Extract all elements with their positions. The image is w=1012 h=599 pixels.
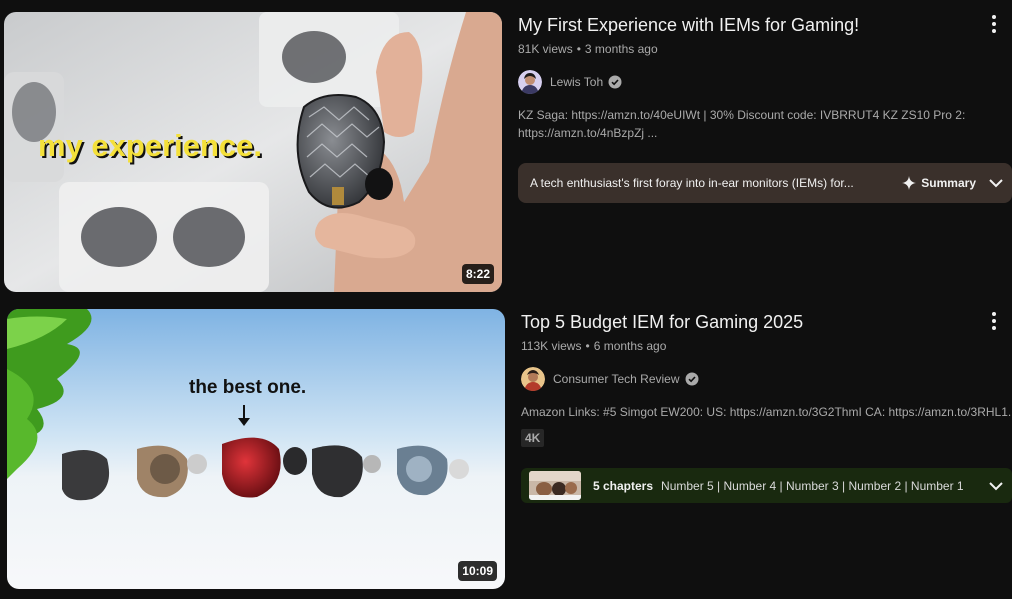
chapters-panel[interactable]: 5 chapters Number 5 | Number 4 | Number … [521,468,1012,503]
video-title[interactable]: My First Experience with IEMs for Gaming… [518,12,1012,38]
channel-link[interactable]: Consumer Tech Review [521,367,1012,391]
channel-name[interactable]: Lewis Toh [550,75,603,89]
sparkle-icon [902,176,917,190]
upload-age: 6 months ago [593,339,667,353]
thumbnail-image: the best one. [7,309,505,589]
more-actions-menu-icon[interactable] [982,12,1006,36]
view-count: 113K views [521,339,582,353]
channel-avatar[interactable] [521,367,545,391]
summary-button[interactable]: Summary [902,176,976,190]
video-title[interactable]: Top 5 Budget IEM for Gaming 2025 [521,309,1012,335]
duration-badge: 10:09 [458,561,497,581]
more-actions-menu-icon[interactable] [982,309,1006,333]
chapter-thumbnail [529,471,581,500]
video-info: My First Experience with IEMs for Gaming… [518,12,1012,203]
verified-check-icon [608,75,622,89]
channel-avatar[interactable] [518,70,542,94]
thumbnail-image: my experience. my experience. [4,12,502,292]
video-info: Top 5 Budget IEM for Gaming 2025 113K vi… [521,309,1012,503]
duration-badge: 8:22 [461,264,494,284]
quality-badge: 4K [521,429,545,447]
video-meta: 81K views • 3 months ago [518,40,1012,58]
view-count: 81K views [518,42,573,56]
channel-name[interactable]: Consumer Tech Review [553,372,680,386]
video-result: the best one. 10:09 Top 5 Budget IEM for… [0,309,1012,589]
upload-age: 3 months ago [584,42,658,56]
thumbnail-caption: the best one. [189,377,306,398]
video-result: my experience. my experience. 8:22 My Fi… [0,12,1012,292]
channel-link[interactable]: Lewis Toh [518,70,1012,94]
video-thumbnail[interactable]: my experience. my experience. 8:22 [4,12,502,292]
chevron-down-icon[interactable] [986,476,1006,496]
meta-separator: • [585,339,590,353]
chapter-list: Number 5 | Number 4 | Number 3 | Number … [661,478,964,493]
chapter-count: 5 chapters [593,478,654,493]
verified-check-icon [685,372,698,386]
video-thumbnail[interactable]: the best one. 10:09 [7,309,505,589]
summary-label: Summary [921,176,976,190]
video-description: Amazon Links: #5 Simgot EW200: US: https… [521,405,1012,419]
thumbnail-caption: my experience. [38,128,262,163]
chevron-down-icon[interactable] [986,173,1006,193]
meta-separator: • [576,42,581,56]
video-meta: 113K views • 6 months ago [521,337,1012,355]
video-description: KZ Saga: https://amzn.to/40eUIWt | 30% D… [518,108,966,140]
summary-text: A tech enthusiast's first foray into in-… [530,176,854,190]
ai-summary-panel[interactable]: A tech enthusiast's first foray into in-… [518,163,1012,203]
